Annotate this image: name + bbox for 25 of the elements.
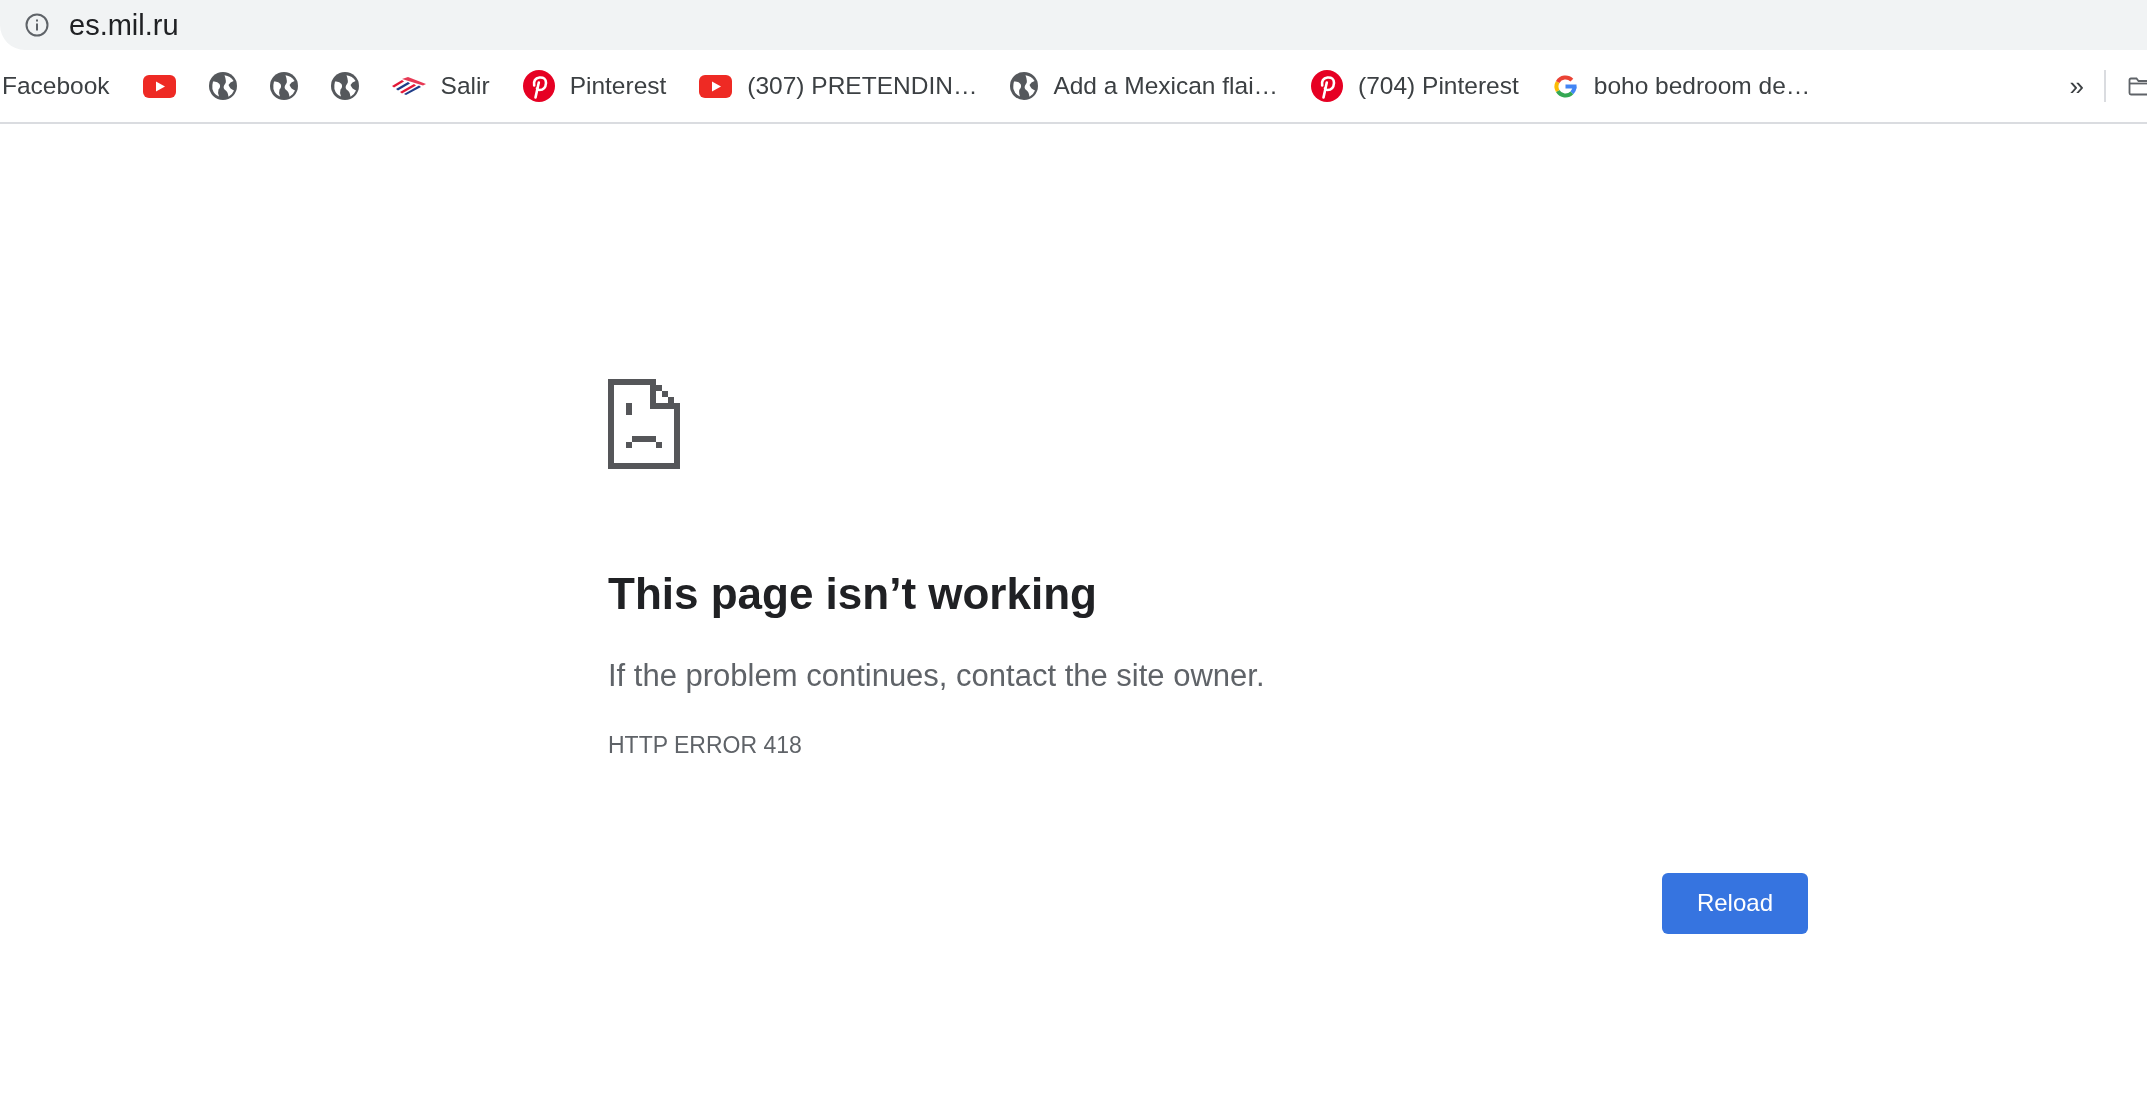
error-heading: This page isn’t working <box>608 568 1097 620</box>
sad-page-icon <box>608 379 680 469</box>
video-play-icon[interactable] <box>142 74 176 98</box>
address-field[interactable]: es.mil.ru <box>0 0 2147 50</box>
bookmark-link[interactable]: Add a Mexican flai… <box>1010 72 1279 100</box>
p-logo-icon <box>522 70 555 102</box>
globe-icon[interactable] <box>269 72 298 100</box>
bookmark-link[interactable]: boho bedroom de… <box>1551 72 1811 100</box>
reload-button[interactable]: Reload <box>1661 873 1808 934</box>
bookmark-link[interactable]: (704) Pinterest <box>1311 70 1519 102</box>
video-play-icon <box>699 74 733 98</box>
bookmark-link[interactable]: Facebook <box>2 72 110 100</box>
bookmark-link[interactable]: Salir <box>391 72 490 100</box>
p-logo-icon <box>1311 70 1344 102</box>
g-logo-icon <box>1551 72 1579 100</box>
more-bookmarks-button[interactable]: » <box>2069 70 2084 102</box>
striped-flag-icon <box>391 77 426 95</box>
info-icon[interactable] <box>25 13 49 37</box>
globe-icon[interactable] <box>208 72 237 100</box>
error-message: If the problem continues, contact the site owner. <box>608 656 1265 695</box>
error-code: HTTP ERROR 418 <box>608 731 802 761</box>
globe-icon[interactable] <box>330 72 359 100</box>
bookmark-link[interactable]: Pinterest <box>522 70 667 102</box>
bookmark-link[interactable]: (307) PRETENDIN… <box>699 72 978 100</box>
globe-icon <box>1010 72 1039 100</box>
